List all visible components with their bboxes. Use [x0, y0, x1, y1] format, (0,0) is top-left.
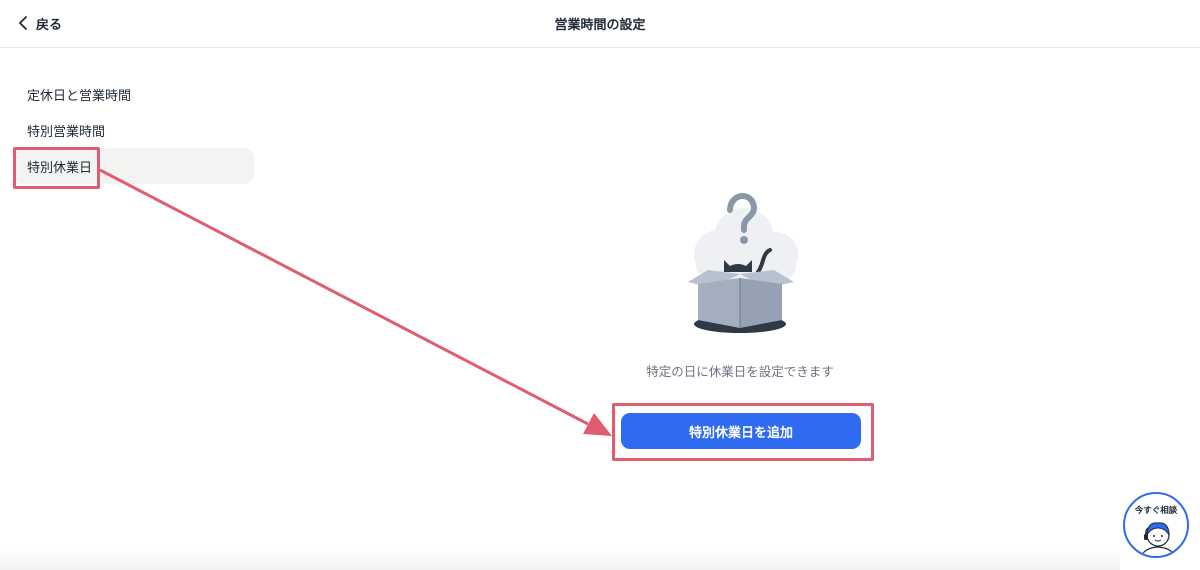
page-title: 営業時間の設定	[554, 18, 646, 33]
sidebar-item-label: 特別営業時間	[27, 124, 106, 140]
sidebar-item-special-hours[interactable]: 特別営業時間	[14, 112, 254, 148]
empty-state-message: 特定の日に休業日を設定できます	[646, 364, 834, 379]
app-root: 戻る 営業時間の設定 定休日と営業時間 特別営業時間 特別休業日 特定の日に休業…	[0, 0, 1200, 570]
sidebar: 定休日と営業時間 特別営業時間 特別休業日	[14, 76, 254, 184]
sidebar-item-label: 定休日と営業時間	[27, 88, 132, 104]
chat-label: 今すぐ相談	[1134, 506, 1178, 516]
top-bar: 戻る 営業時間の設定	[0, 0, 1200, 48]
support-agent-avatar-icon	[1140, 522, 1176, 556]
sidebar-item-label: 特別休業日	[27, 160, 93, 176]
chat-support-button[interactable]: 今すぐ相談	[1123, 492, 1189, 558]
add-special-holiday-button[interactable]: 特別休業日を追加	[621, 413, 861, 449]
bottom-shadow	[0, 548, 1120, 570]
sidebar-item-regular-hours[interactable]: 定休日と営業時間	[14, 76, 254, 112]
sidebar-item-special-holidays[interactable]: 特別休業日	[14, 148, 254, 184]
cat-in-box-question-icon	[688, 192, 798, 333]
